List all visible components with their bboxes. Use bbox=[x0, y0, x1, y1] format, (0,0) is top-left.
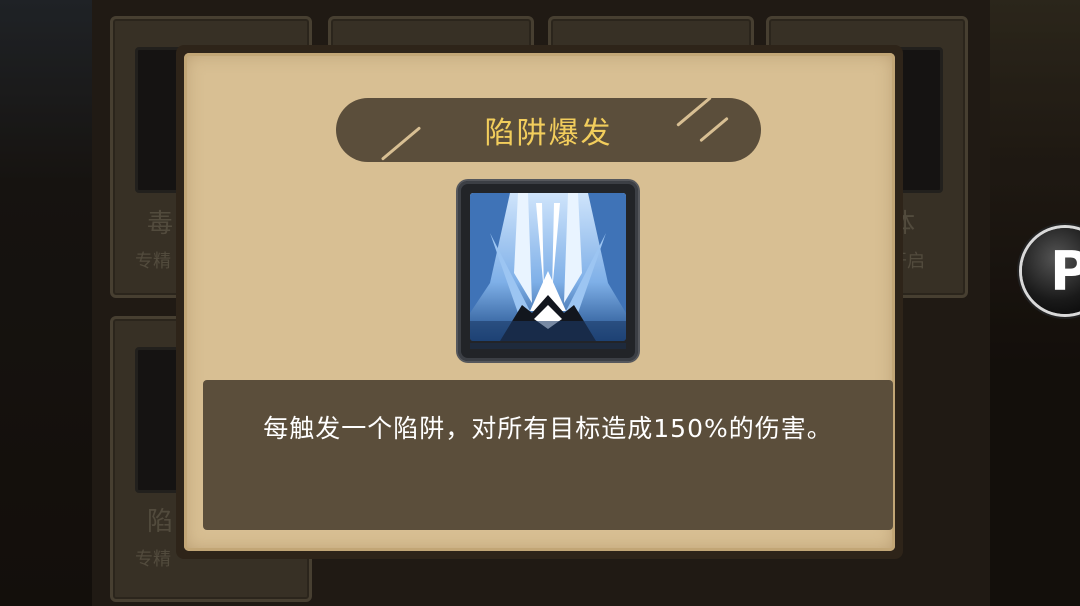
ice-spike-icon bbox=[470, 193, 626, 341]
skill-icon-frame bbox=[458, 181, 638, 361]
floating-button-glyph: P bbox=[1050, 240, 1080, 303]
popup-title: 陷阱爆发 bbox=[484, 116, 613, 151]
popup-paper: 陷阱爆发 每触发一个陷阱，对所有目标造成150%的伤害。 bbox=[184, 53, 895, 551]
skill-popup: 陷阱爆发 每触发一个陷阱，对所有目标造成150%的伤害。 bbox=[176, 45, 903, 559]
description-box: 每触发一个陷阱，对所有目标造成150%的伤害。 bbox=[203, 380, 893, 530]
title-banner: 陷阱爆发 bbox=[336, 96, 761, 162]
icon-bottom-bar bbox=[470, 343, 626, 349]
skill-description: 每触发一个陷阱，对所有目标造成150%的伤害。 bbox=[263, 414, 833, 443]
